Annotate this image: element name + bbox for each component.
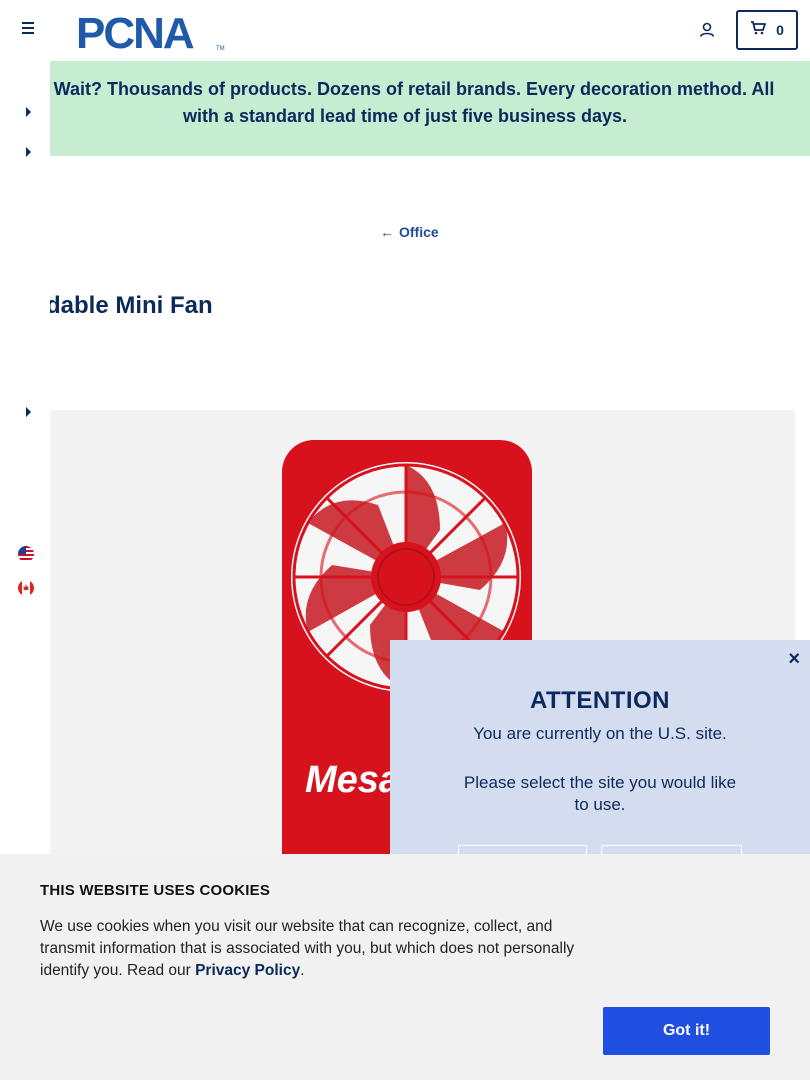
site-header: PCNA TM 0: [0, 0, 810, 60]
cookie-title: THIS WEBSITE USES COOKIES: [40, 882, 271, 899]
hamburger-icon[interactable]: [18, 22, 38, 38]
attention-prompt: Please select the site you would like to…: [463, 773, 737, 814]
close-icon[interactable]: ×: [788, 648, 800, 671]
attention-message: You are currently on the U.S. site.: [473, 724, 727, 743]
cookie-period: .: [300, 962, 305, 979]
left-rail: [0, 60, 50, 860]
user-icon[interactable]: [697, 20, 717, 40]
us-flag-icon[interactable]: [18, 546, 34, 562]
promo-banner: Why Wait? Thousands of products. Dozens …: [0, 61, 810, 156]
back-to-category-link[interactable]: ← Office: [380, 224, 439, 240]
accept-cookies-button[interactable]: Got it!: [603, 1007, 770, 1055]
banner-line-2: with a standard lead time of just five b…: [182, 106, 628, 126]
banner-text: Why Wait? Thousands of products. Dozens …: [0, 76, 810, 130]
cookie-body: We use cookies when you visit our websit…: [40, 918, 575, 979]
svg-text:TM: TM: [216, 46, 225, 52]
logo-text: PCNA: [76, 10, 194, 52]
caret-right-icon[interactable]: [26, 147, 31, 157]
cart-button[interactable]: 0: [736, 10, 798, 50]
privacy-policy-link[interactable]: Privacy Policy: [195, 962, 300, 979]
canada-flag-icon[interactable]: [18, 580, 34, 596]
product-imprint-text: Mesa: [305, 759, 400, 801]
cart-count: 0: [776, 22, 784, 38]
pcna-logo[interactable]: PCNA TM: [76, 9, 226, 58]
back-link-label: Office: [399, 224, 439, 240]
attention-title: ATTENTION: [529, 687, 671, 714]
arrow-left-icon: ←: [380, 224, 394, 240]
site-selection-popup: × ATTENTION You are currently on the U.S…: [390, 640, 810, 875]
caret-right-icon[interactable]: [26, 107, 31, 117]
cookie-banner: THIS WEBSITE USES COOKIES We use cookies…: [0, 854, 810, 1080]
banner-line-1: Why Wait? Thousands of products. Dozens …: [10, 79, 775, 99]
cart-icon: [750, 20, 766, 40]
caret-right-icon[interactable]: [26, 407, 31, 417]
cookie-text: We use cookies when you visit our websit…: [40, 916, 605, 982]
